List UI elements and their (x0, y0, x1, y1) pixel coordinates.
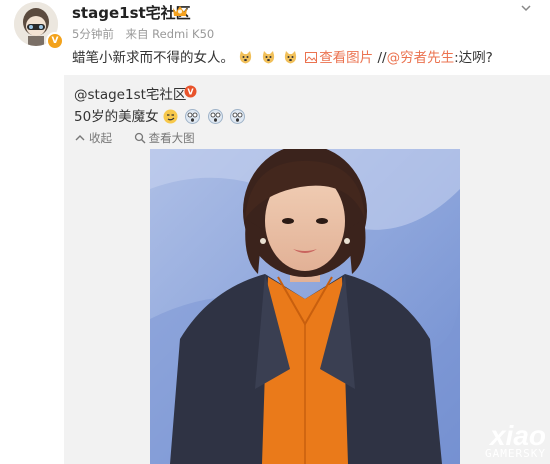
mention-link[interactable]: @穷者先生 (387, 50, 455, 66)
shocked-emoji-icon (185, 109, 201, 124)
post-text-intro: 蜡笔小新求而不得的女人。 (72, 50, 234, 66)
repost-separator: // (377, 50, 387, 66)
repost-box: @stage1st宅社区 V 50岁的美魔女 收起 查看大图 (64, 75, 550, 464)
post-time: 5分钟前 (72, 27, 114, 41)
doge-emoji-icon (284, 51, 297, 64)
repost-photo[interactable] (150, 149, 460, 464)
site-watermark: xiao GAMERSKY (450, 420, 550, 464)
avatar[interactable]: V (14, 2, 64, 50)
view-large-label: 查看大图 (148, 131, 195, 145)
shocked-emoji-icon (229, 109, 245, 124)
collapse-label: 收起 (89, 131, 112, 145)
collapse-icon (75, 135, 85, 141)
chevron-down-icon[interactable] (520, 2, 532, 14)
collapse-button[interactable]: 收起 (74, 130, 112, 146)
repost-username[interactable]: @stage1st宅社区 (74, 83, 186, 103)
verified-badge-icon: V (46, 32, 64, 50)
watermark-site: GAMERSKY (485, 447, 546, 460)
weibo-post: V stage1st宅社区 5分钟前 来自 Redmi K50 蜡笔小新求而不得… (0, 0, 550, 464)
crown-vip-icon (173, 6, 187, 16)
post-meta: 5分钟前 来自 Redmi K50 (72, 26, 222, 42)
smirk-emoji-icon (163, 109, 178, 124)
post-text: 蜡笔小新求而不得的女人。 查看图片 //@穷者先生:达咧? (72, 46, 493, 66)
view-image-link[interactable]: 查看图片 (305, 50, 377, 66)
shocked-emoji-icon (207, 109, 223, 124)
picture-icon (305, 52, 318, 63)
woman-portrait-image (150, 149, 460, 464)
doge-emoji-icon (262, 51, 274, 64)
repost-actions: 收起 查看大图 (74, 130, 213, 146)
view-image-label: 查看图片 (319, 50, 374, 66)
post-text-tail: :达咧? (454, 50, 493, 66)
verified-badge-icon: V (184, 85, 197, 98)
repost-text: 50岁的美魔女 (74, 105, 248, 125)
post-source[interactable]: 来自 Redmi K50 (125, 27, 214, 41)
svg-text:V: V (187, 88, 194, 97)
repost-text-content: 50岁的美魔女 (74, 109, 159, 125)
view-large-button[interactable]: 查看大图 (134, 130, 195, 146)
zoom-icon (134, 132, 146, 144)
doge-emoji-icon (240, 51, 252, 64)
